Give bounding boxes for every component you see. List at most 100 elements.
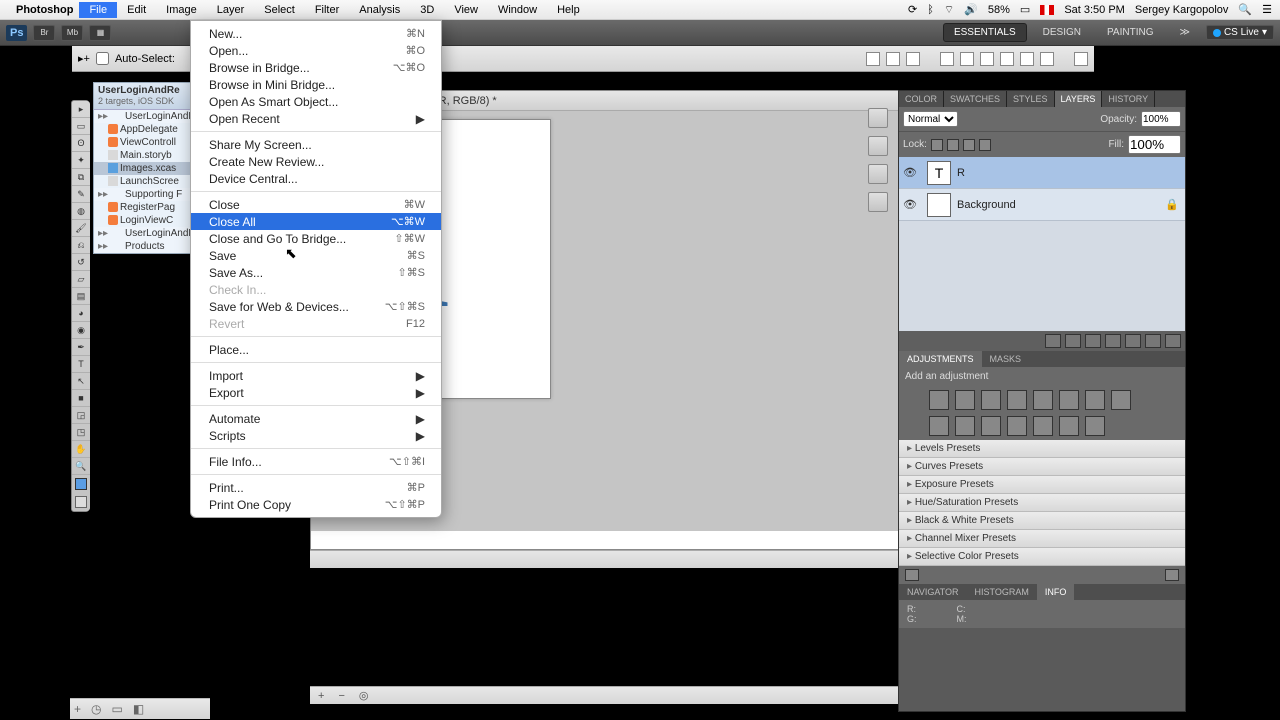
gradient-tool[interactable]: ▤ <box>72 288 90 305</box>
posterize-icon[interactable] <box>1007 416 1027 436</box>
preset-row[interactable]: Levels Presets <box>899 440 1185 458</box>
volume-icon[interactable]: 🔊 <box>964 3 978 16</box>
menu-extras-icon[interactable]: ☰ <box>1262 3 1272 16</box>
pen-tool[interactable]: ✒ <box>72 339 90 356</box>
lasso-tool[interactable]: ʘ <box>72 135 90 152</box>
3d-tool[interactable]: ◲ <box>72 407 90 424</box>
menu-item-share-my-screen-[interactable]: Share My Screen... <box>191 136 441 153</box>
brush-tool[interactable]: 🖌 <box>72 220 90 237</box>
exposure-icon[interactable] <box>1007 390 1027 410</box>
layer-row[interactable]: 👁Background🔒 <box>899 189 1185 221</box>
dock-panel-icon[interactable] <box>868 192 888 212</box>
hue-icon[interactable] <box>1059 390 1079 410</box>
menu-item-open-[interactable]: Open...⌘O <box>191 42 441 59</box>
zoom-fit-icon[interactable]: ◎ <box>359 689 369 702</box>
menu-file[interactable]: File <box>79 2 117 18</box>
layer-row[interactable]: 👁TR <box>899 157 1185 189</box>
workspace-more[interactable]: ≫ <box>1169 24 1199 41</box>
menu-item-open-recent[interactable]: Open Recent▶ <box>191 110 441 127</box>
wand-tool[interactable]: ✦ <box>72 152 90 169</box>
menu-filter[interactable]: Filter <box>305 2 349 18</box>
dodge-tool[interactable]: ◉ <box>72 322 90 339</box>
tab-styles[interactable]: STYLES <box>1007 91 1055 107</box>
visibility-icon[interactable]: 👁 <box>899 166 921 179</box>
preset-row[interactable]: Selective Color Presets <box>899 548 1185 566</box>
3d-camera-tool[interactable]: ◳ <box>72 424 90 441</box>
menu-analysis[interactable]: Analysis <box>349 2 410 18</box>
tab-adjustments[interactable]: ADJUSTMENTS <box>899 351 982 367</box>
menu-item-browse-in-mini-bridge-[interactable]: Browse in Mini Bridge... <box>191 76 441 93</box>
menu-help[interactable]: Help <box>547 2 590 18</box>
group-icon[interactable] <box>1125 334 1141 348</box>
menu-item-open-as-smart-object-[interactable]: Open As Smart Object... <box>191 93 441 110</box>
menu-item-print-[interactable]: Print...⌘P <box>191 479 441 496</box>
workspace-design[interactable]: DESIGN <box>1033 24 1091 41</box>
align-icon[interactable] <box>866 52 880 66</box>
fill-input[interactable] <box>1128 135 1181 154</box>
preset-row[interactable]: Black & White Presets <box>899 512 1185 530</box>
menu-edit[interactable]: Edit <box>117 2 156 18</box>
clock[interactable]: Sat 3:50 PM <box>1064 4 1125 16</box>
menu-item-close-and-go-to-bridge-[interactable]: Close and Go To Bridge...⇧⌘W <box>191 230 441 247</box>
cslive-button[interactable]: CS Live ▾ <box>1206 25 1274 40</box>
menu-item-automate[interactable]: Automate▶ <box>191 410 441 427</box>
vibrance-icon[interactable] <box>1033 390 1053 410</box>
menu-item-print-one-copy[interactable]: Print One Copy⌥⇧⌘P <box>191 496 441 513</box>
blend-mode-select[interactable]: Normal <box>903 111 958 127</box>
photo-filter-icon[interactable] <box>929 416 949 436</box>
wifi-icon[interactable]: ⌔ <box>944 3 954 17</box>
dock-panel-icon[interactable] <box>868 164 888 184</box>
view-extras-button[interactable]: ▦ <box>89 25 111 41</box>
crop-tool[interactable]: ⧉ <box>72 169 90 186</box>
preset-icon[interactable] <box>905 569 919 581</box>
tab-history[interactable]: HISTORY <box>1102 91 1155 107</box>
zoom-out-icon[interactable]: − <box>338 690 344 702</box>
menu-item-save-for-web-devices-[interactable]: Save for Web & Devices...⌥⇧⌘S <box>191 298 441 315</box>
brightness-icon[interactable] <box>929 390 949 410</box>
tab-swatches[interactable]: SWATCHES <box>944 91 1007 107</box>
battery-icon[interactable]: ▭ <box>1020 3 1030 16</box>
menu-item-save[interactable]: Save⌘S <box>191 247 441 264</box>
menu-item-place-[interactable]: Place... <box>191 341 441 358</box>
distribute-icon[interactable] <box>1020 52 1034 66</box>
new-layer-icon[interactable] <box>1145 334 1161 348</box>
path-tool[interactable]: ↖ <box>72 373 90 390</box>
history-brush-tool[interactable]: ↺ <box>72 254 90 271</box>
spotlight-icon[interactable]: 🔍 <box>1238 3 1252 16</box>
menu-3d[interactable]: 3D <box>410 2 444 18</box>
menu-item-save-as-[interactable]: Save As...⇧⌘S <box>191 264 441 281</box>
dock-panel-icon[interactable] <box>868 108 888 128</box>
foreground-swatch[interactable] <box>75 478 87 490</box>
trash-icon[interactable] <box>1165 334 1181 348</box>
quickmask-button[interactable] <box>75 496 87 508</box>
hand-tool[interactable]: ✋ <box>72 441 90 458</box>
distribute-icon[interactable] <box>980 52 994 66</box>
dock-panel-icon[interactable] <box>868 136 888 156</box>
stamp-tool[interactable]: ⎌ <box>72 237 90 254</box>
tab-navigator[interactable]: NAVIGATOR <box>899 584 967 600</box>
workspace-essentials[interactable]: ESSENTIALS <box>943 23 1027 42</box>
curves-icon[interactable] <box>981 390 1001 410</box>
menu-item-file-info-[interactable]: File Info...⌥⇧⌘I <box>191 453 441 470</box>
threshold-icon[interactable] <box>1033 416 1053 436</box>
menu-view[interactable]: View <box>444 2 488 18</box>
auto-align-icon[interactable] <box>1074 52 1088 66</box>
lock-all-icon[interactable] <box>979 139 991 151</box>
eyedropper-tool[interactable]: ✎ <box>72 186 90 203</box>
align-icon[interactable] <box>886 52 900 66</box>
menu-window[interactable]: Window <box>488 2 547 18</box>
invert-icon[interactable] <box>981 416 1001 436</box>
menu-item-scripts[interactable]: Scripts▶ <box>191 427 441 444</box>
menu-item-import[interactable]: Import▶ <box>191 367 441 384</box>
blur-tool[interactable]: ◕ <box>72 305 90 322</box>
menu-item-create-new-review-[interactable]: Create New Review... <box>191 153 441 170</box>
app-name[interactable]: Photoshop <box>16 4 73 16</box>
menu-item-close[interactable]: Close⌘W <box>191 196 441 213</box>
recent-icon[interactable]: ◷ <box>91 702 101 716</box>
preset-row[interactable]: Curves Presets <box>899 458 1185 476</box>
preset-row[interactable]: Exposure Presets <box>899 476 1185 494</box>
menu-item-device-central-[interactable]: Device Central... <box>191 170 441 187</box>
visibility-icon[interactable]: 👁 <box>899 198 921 211</box>
distribute-icon[interactable] <box>940 52 954 66</box>
minibridge-button[interactable]: Mb <box>61 25 83 41</box>
